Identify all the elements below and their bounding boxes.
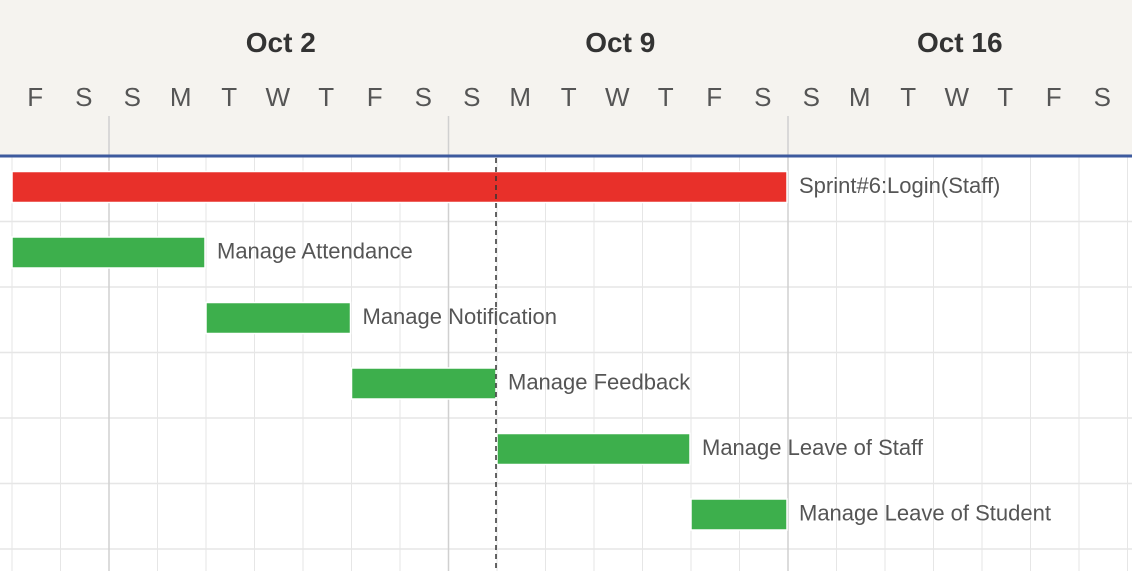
day-label: S <box>463 82 480 112</box>
task-labels: Sprint#6:Login(Staff) Manage Attendance Ma… <box>217 173 1051 526</box>
task-label: Manage Attendance <box>217 239 413 264</box>
task-label: Manage Leave of Staff <box>702 435 924 460</box>
week-label: Oct 16 <box>917 27 1003 58</box>
gantt-chart: Oct 2 Oct 9 Oct 16 FSSMTWTFSSMTWTFSSMTWTFS… <box>0 0 1132 571</box>
day-label: S <box>803 82 820 112</box>
day-label: T <box>318 82 334 112</box>
day-label: S <box>124 82 141 112</box>
day-label: F <box>706 82 722 112</box>
day-label: S <box>75 82 92 112</box>
day-label: S <box>1094 82 1111 112</box>
day-label: T <box>658 82 674 112</box>
day-label: W <box>944 82 969 112</box>
task-bar[interactable] <box>11 236 206 269</box>
task-bar[interactable] <box>350 367 497 400</box>
task-bar[interactable] <box>690 498 788 531</box>
header-background <box>0 0 1132 156</box>
task-label: Manage Leave of Student <box>799 501 1051 526</box>
day-label: M <box>849 82 871 112</box>
day-label: M <box>170 82 192 112</box>
task-label: Sprint#6:Login(Staff) <box>799 173 1000 198</box>
day-label: S <box>415 82 432 112</box>
task-bar[interactable] <box>11 170 788 204</box>
day-label: W <box>265 82 290 112</box>
day-labels: FSSMTWTFSSMTWTFSSMTWTFS <box>27 82 1111 112</box>
task-bar[interactable] <box>496 432 691 466</box>
day-label: T <box>221 82 237 112</box>
task-label: Manage Feedback <box>508 370 691 395</box>
week-label: Oct 2 <box>246 27 316 58</box>
day-label: S <box>754 82 771 112</box>
day-label: F <box>1046 82 1062 112</box>
day-label: F <box>27 82 43 112</box>
day-label: F <box>367 82 383 112</box>
day-label: M <box>509 82 531 112</box>
task-label: Manage Notification <box>363 304 557 329</box>
day-label: T <box>997 82 1013 112</box>
task-bar[interactable] <box>205 301 352 335</box>
week-label: Oct 9 <box>585 27 655 58</box>
day-label: W <box>605 82 630 112</box>
day-label: T <box>561 82 577 112</box>
day-label: T <box>900 82 916 112</box>
